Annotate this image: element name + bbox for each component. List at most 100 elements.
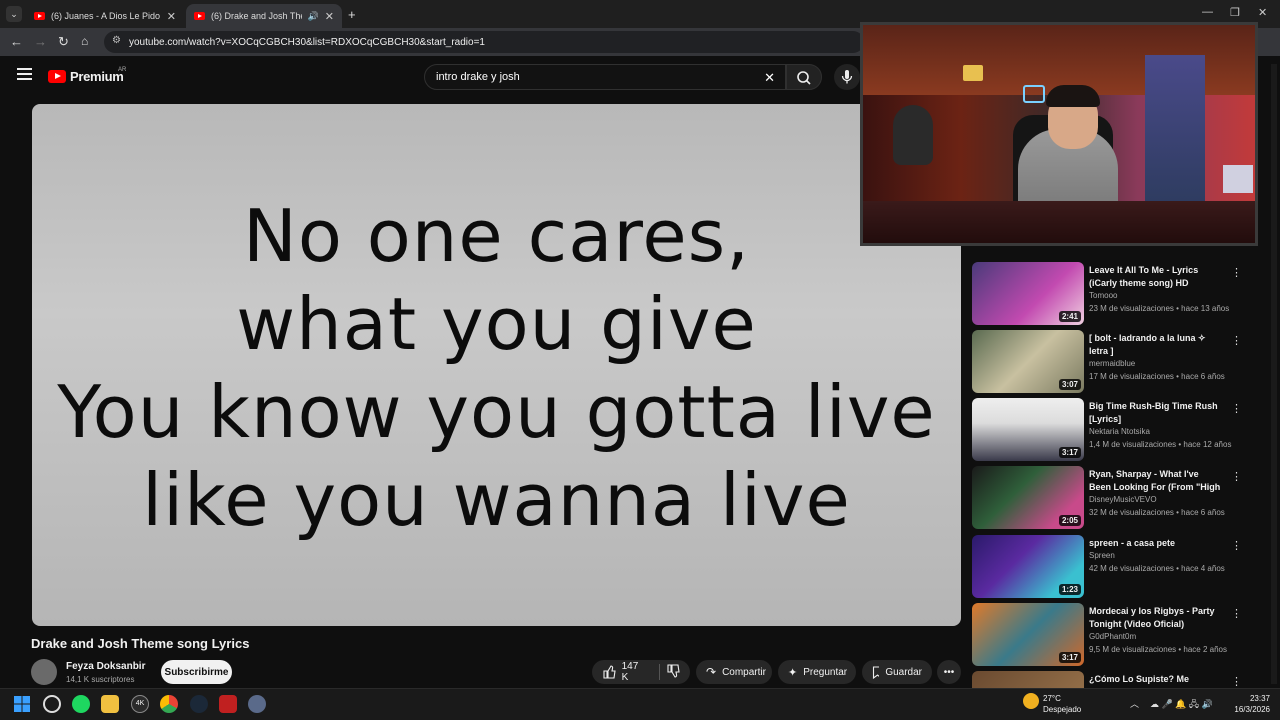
folder-icon[interactable] xyxy=(101,695,119,713)
rec-channel[interactable]: G0dPhant0m xyxy=(1089,632,1136,641)
duration-badge: 3:07 xyxy=(1058,379,1081,390)
steam-icon[interactable] xyxy=(190,695,208,713)
chevron-up-icon[interactable]: ︿ xyxy=(1130,697,1139,710)
minimize-icon[interactable]: — xyxy=(1202,6,1213,18)
thumbnail[interactable]: 3:07 xyxy=(972,330,1084,393)
sparkle-icon: ✦ xyxy=(788,666,798,679)
thumbnail[interactable]: 1:23 xyxy=(972,535,1084,598)
more-vert-icon[interactable]: ⋮ xyxy=(1231,266,1242,279)
rec-title[interactable]: [ bolt - ladrando a la luna ✧ letra ] xyxy=(1089,332,1221,358)
channel-name[interactable]: Feyza Doksanbir xyxy=(66,661,145,672)
clear-search-icon[interactable]: ✕ xyxy=(764,70,775,86)
forward-icon[interactable]: → xyxy=(34,34,47,49)
spotify-icon[interactable] xyxy=(72,695,90,713)
thumbnail[interactable]: 3:17 xyxy=(972,603,1084,666)
search-button[interactable] xyxy=(786,64,822,90)
site-info-icon[interactable]: ⚙ xyxy=(112,35,121,46)
menu-icon[interactable] xyxy=(17,68,32,80)
rec-title[interactable]: Mordecai y los Rigbys - Party Tonight (V… xyxy=(1089,605,1221,631)
more-vert-icon[interactable]: ⋮ xyxy=(1231,470,1242,483)
close-tab-icon[interactable]: ✕ xyxy=(167,10,176,23)
url-text: youtube.com/watch?v=XOCqCGBCH30&list=RDX… xyxy=(129,36,485,48)
app-icon[interactable] xyxy=(43,695,61,713)
rec-channel[interactable]: DisneyMusicVEVO xyxy=(1089,495,1157,504)
recommendation-item[interactable]: 3:17 Mordecai y los Rigbys - Party Tonig… xyxy=(972,603,1252,667)
more-vert-icon[interactable]: ⋮ xyxy=(1231,675,1242,688)
back-icon[interactable]: ← xyxy=(10,34,23,49)
close-window-icon[interactable]: ✕ xyxy=(1258,6,1267,19)
rec-channel[interactable]: Spreen xyxy=(1089,551,1115,560)
like-button[interactable]: 147 K xyxy=(602,661,647,683)
video-player[interactable]: No one cares, what you give You know you… xyxy=(32,104,961,626)
scrollbar[interactable] xyxy=(1271,64,1277,684)
duration-badge: 2:05 xyxy=(1058,515,1081,526)
app-icon[interactable] xyxy=(219,695,237,713)
dislike-button[interactable] xyxy=(666,663,680,681)
weather-icon xyxy=(1023,693,1039,709)
address-bar[interactable]: ⚙ youtube.com/watch?v=XOCqCGBCH30&list=R… xyxy=(104,31,864,53)
thumbnail[interactable]: 2:05 xyxy=(972,466,1084,529)
rec-meta: 1,4 M de visualizaciones • hace 12 años xyxy=(1089,440,1232,449)
time: 23:37 xyxy=(1249,694,1270,703)
rec-title[interactable]: ¿Cómo Lo Supiste? Me Fascina xyxy=(1089,673,1221,688)
more-vert-icon[interactable]: ⋮ xyxy=(1231,402,1242,415)
channel-avatar[interactable] xyxy=(31,659,57,685)
new-tab-button[interactable]: + xyxy=(348,7,356,22)
thumbnail[interactable]: 2:41 xyxy=(972,262,1084,325)
duration-badge: 3:17 xyxy=(1058,652,1081,663)
more-vert-icon[interactable]: ⋮ xyxy=(1231,539,1242,552)
share-button[interactable]: ↷ Compartir xyxy=(696,660,772,684)
more-icon: ••• xyxy=(943,666,955,678)
voice-search-button[interactable] xyxy=(834,64,860,90)
rec-title[interactable]: Ryan, Sharpay - What I've Been Looking F… xyxy=(1089,468,1221,494)
subscribe-button[interactable]: Subscribirme xyxy=(161,660,232,684)
mic-icon xyxy=(841,70,853,84)
tray-icons[interactable]: ☁ 🎤 🔔 🖧 🔊 xyxy=(1150,697,1213,713)
chrome-icon[interactable] xyxy=(160,695,178,713)
more-actions-button[interactable]: ••• xyxy=(937,660,961,684)
weather-description: Despejado xyxy=(1043,705,1082,714)
minecraft-figure xyxy=(1145,55,1205,225)
rec-title[interactable]: Big Time Rush-Big Time Rush [Lyrics] xyxy=(1089,400,1221,426)
tab-title: (6) Juanes - A Dios Le Pido (Lyri xyxy=(51,11,161,21)
home-icon[interactable]: ⌂ xyxy=(81,34,88,48)
logo-text: Premium xyxy=(70,69,124,84)
more-vert-icon[interactable]: ⋮ xyxy=(1231,334,1242,347)
close-tab-icon[interactable]: ✕ xyxy=(325,10,334,23)
reload-icon[interactable]: ↻ xyxy=(58,34,69,50)
tab-drake-josh[interactable]: (6) Drake and Josh Theme s 🔊 ✕ xyxy=(186,4,342,28)
more-vert-icon[interactable]: ⋮ xyxy=(1231,607,1242,620)
rec-channel[interactable]: mermaidblue xyxy=(1089,359,1135,368)
save-button[interactable]: Guardar xyxy=(862,660,932,684)
webcam-overlay[interactable] xyxy=(860,22,1258,246)
rec-title[interactable]: Leave It All To Me - Lyrics (iCarly them… xyxy=(1089,264,1221,290)
youtube-logo[interactable]: Premium AR xyxy=(48,67,126,84)
ask-button[interactable]: ✦ Preguntar xyxy=(778,660,856,684)
recommendation-item[interactable]: 3:17 Big Time Rush-Big Time Rush [Lyrics… xyxy=(972,398,1252,462)
recommendation-item[interactable]: ¿Cómo Lo Supiste? Me Fascina ⋮ xyxy=(972,671,1252,688)
rec-channel[interactable]: Tomooo xyxy=(1089,291,1117,300)
recommendation-item[interactable]: 1:23 spreen - a casa pete Spreen 42 M de… xyxy=(972,535,1252,599)
recommendation-item[interactable]: 2:41 Leave It All To Me - Lyrics (iCarly… xyxy=(972,262,1252,326)
rec-title[interactable]: spreen - a casa pete xyxy=(1089,537,1221,550)
tab-search-button[interactable]: ⌄ xyxy=(6,6,22,22)
youtube-favicon-icon xyxy=(34,12,45,20)
4k-app-icon[interactable]: 4K xyxy=(131,695,149,713)
hair xyxy=(1046,85,1100,107)
rec-channel[interactable]: Nektaria Ntotsika xyxy=(1089,427,1150,436)
subscriber-count: 14,1 K suscriptores xyxy=(66,675,135,684)
clock[interactable]: 23:37 16/3/2026 xyxy=(1226,693,1270,715)
duration-badge: 3:17 xyxy=(1058,447,1081,458)
thumbnail[interactable] xyxy=(972,671,1084,688)
recommendation-item[interactable]: 2:05 Ryan, Sharpay - What I've Been Look… xyxy=(972,466,1252,530)
speaker-icon[interactable]: 🔊 xyxy=(308,11,319,22)
windows-start-icon[interactable] xyxy=(13,695,31,713)
weather-widget[interactable]: 27°C Despejado xyxy=(1043,693,1081,715)
settings-icon[interactable] xyxy=(248,695,266,713)
thumbs-down-icon xyxy=(667,663,680,678)
recommendation-item[interactable]: 3:07 [ bolt - ladrando a la luna ✧ letra… xyxy=(972,330,1252,394)
thumbnail[interactable]: 3:17 xyxy=(972,398,1084,461)
maximize-icon[interactable]: ❐ xyxy=(1230,6,1240,19)
search-input[interactable]: intro drake y josh ✕ xyxy=(424,64,786,90)
tab-juanes[interactable]: (6) Juanes - A Dios Le Pido (Lyri ✕ xyxy=(26,4,184,28)
